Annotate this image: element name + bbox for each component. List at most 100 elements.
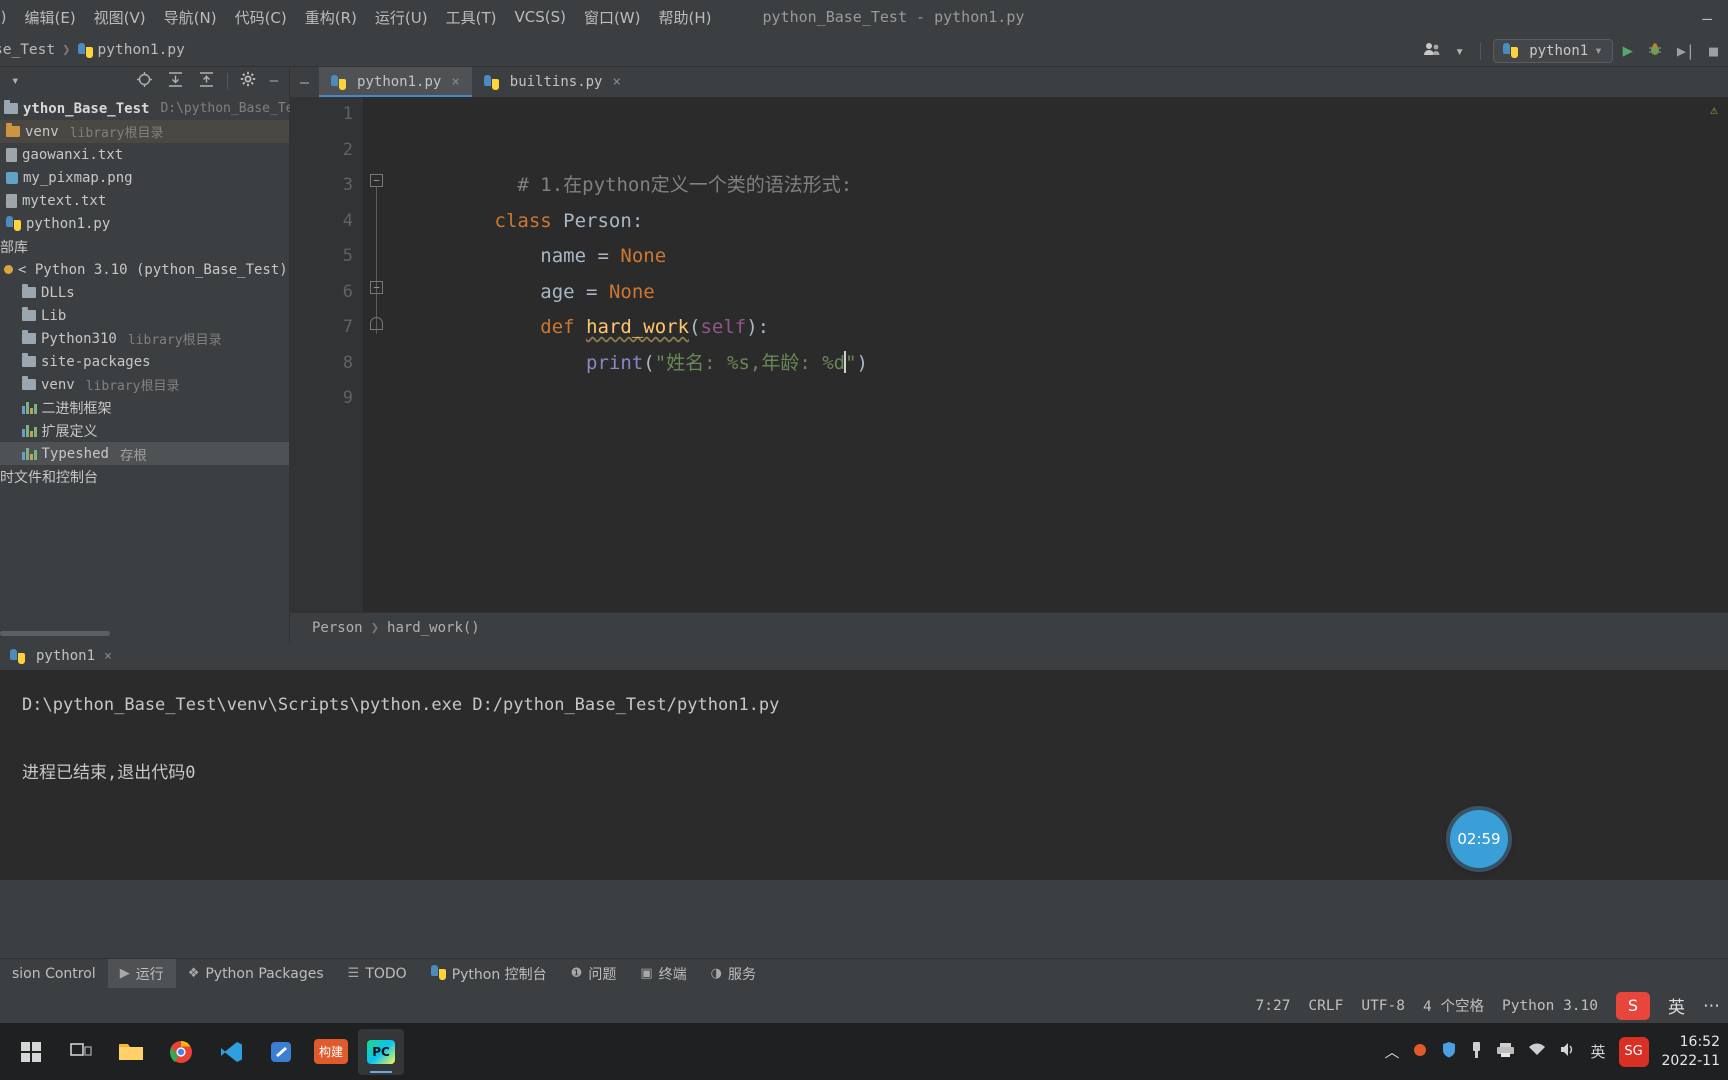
- menu-item-run[interactable]: 运行(U): [366, 7, 437, 28]
- caret-position[interactable]: 7:27: [1256, 998, 1291, 1014]
- vscode-icon[interactable]: [208, 1029, 254, 1075]
- locate-icon[interactable]: [131, 71, 158, 92]
- console-line-command: D:\python_Base_Test\venv\Scripts\python.…: [22, 695, 780, 715]
- warning-icon[interactable]: ⚠: [1710, 103, 1718, 118]
- fold-end-marker[interactable]: [370, 317, 383, 330]
- breadcrumb-method[interactable]: hard_work(): [387, 620, 480, 636]
- run-coverage-button[interactable]: ▶|: [1673, 40, 1699, 62]
- tree-node-site-packages[interactable]: site-packages: [0, 350, 289, 373]
- tray-chevron-up-icon[interactable]: ︿: [1384, 1041, 1399, 1062]
- tray-ime-label[interactable]: 英: [1590, 1041, 1605, 1062]
- tool-window-button-bar: sion Control ▶ 运行 ❖ Python Packages ☰ TO…: [0, 958, 1728, 989]
- menu-item-file[interactable]: F): [0, 8, 15, 26]
- tree-node-python310[interactable]: Python310 library根目录: [0, 327, 289, 350]
- line-separator[interactable]: CRLF: [1308, 998, 1343, 1014]
- code-editor[interactable]: 1 2 3 4 5 6 7 8 9 − − # 1.在python定义一个类的语…: [290, 97, 1728, 612]
- tree-node-root[interactable]: ython_Base_Test D:\python_Base_Test: [0, 97, 309, 120]
- ime-sogou-icon[interactable]: S: [1616, 991, 1650, 1020]
- tree-node-python-sdk[interactable]: < Python 3.10 (python_Base_Test) >: [0, 258, 305, 281]
- tool-button-run[interactable]: ▶ 运行: [107, 958, 176, 989]
- tree-node-venv-lib[interactable]: venv library根目录: [0, 373, 289, 396]
- gear-icon[interactable]: [235, 71, 261, 91]
- tool-button-python-packages[interactable]: ❖ Python Packages: [176, 959, 336, 989]
- stop-button[interactable]: ■: [1705, 40, 1722, 62]
- menu-item-refactor[interactable]: 重构(R): [296, 7, 366, 28]
- user-account-icon[interactable]: [1419, 40, 1445, 62]
- file-explorer-icon[interactable]: [108, 1029, 154, 1075]
- tree-node-python1-py[interactable]: python1.py: [0, 212, 289, 235]
- debug-button[interactable]: [1643, 39, 1667, 63]
- tool-button-services[interactable]: ◑ 服务: [699, 959, 768, 989]
- indent-setting[interactable]: 4 个空格: [1423, 995, 1484, 1016]
- project-horizontal-scrollbar[interactable]: [0, 631, 110, 636]
- tree-node-scratches[interactable]: 时文件和控制台: [0, 465, 289, 488]
- tool-button-problems[interactable]: ❶ 问题: [559, 959, 629, 989]
- expand-all-icon[interactable]: [162, 71, 189, 92]
- chrome-icon[interactable]: [158, 1029, 204, 1075]
- minimize-button[interactable]: —: [1702, 9, 1714, 28]
- tool-button-version-control[interactable]: sion Control: [0, 959, 108, 989]
- close-icon[interactable]: ×: [451, 74, 459, 90]
- tree-node-mytext-txt[interactable]: mytext.txt: [0, 189, 289, 212]
- pycharm-icon[interactable]: PC: [358, 1028, 404, 1075]
- run-button[interactable]: ▶: [1619, 39, 1637, 63]
- fold-marker-class[interactable]: −: [370, 174, 383, 187]
- breadcrumb-class[interactable]: Person: [312, 620, 363, 636]
- ime-language-label[interactable]: 英: [1668, 993, 1685, 1018]
- hide-editor-icon[interactable]: —: [290, 67, 319, 97]
- shield-icon[interactable]: [1441, 1041, 1457, 1062]
- run-configuration-selector[interactable]: python1 ▾: [1493, 38, 1613, 63]
- file-encoding[interactable]: UTF-8: [1361, 998, 1405, 1014]
- tab-builtins-py[interactable]: builtins.py ×: [472, 67, 633, 97]
- run-tab-python1[interactable]: python1 ×: [10, 648, 112, 664]
- tool-button-todo[interactable]: ☰ TODO: [336, 959, 419, 989]
- clock[interactable]: 16:52 2022-11: [1662, 1033, 1721, 1071]
- menu-item-window[interactable]: 窗口(W): [575, 7, 650, 28]
- collapse-all-icon[interactable]: [193, 71, 220, 92]
- tool-button-python-console[interactable]: Python 控制台: [419, 959, 559, 989]
- console-output[interactable]: D:\python_Base_Test\venv\Scripts\python.…: [0, 670, 1728, 808]
- python-interpreter[interactable]: Python 3.10: [1502, 998, 1598, 1014]
- sogou-icon[interactable]: SG: [1618, 1036, 1649, 1067]
- code-text[interactable]: # 1.在python定义一个类的语法形式: class Person: nam…: [393, 97, 1728, 612]
- menu-item-view[interactable]: 视图(V): [85, 7, 155, 28]
- menu-item-edit[interactable]: 编辑(E): [15, 7, 84, 28]
- tool-button-terminal[interactable]: ▣ 终端: [628, 959, 698, 989]
- close-icon[interactable]: ×: [612, 74, 620, 90]
- menu-item-help[interactable]: 帮助(H): [650, 7, 721, 28]
- record-icon[interactable]: [1412, 1042, 1428, 1062]
- menu-item-code[interactable]: 代码(C): [226, 7, 296, 28]
- operator-token: =: [574, 280, 609, 303]
- menu-item-tools[interactable]: 工具(T): [437, 7, 506, 28]
- breadcrumb: se_Test ❯ python1.py: [0, 42, 185, 58]
- project-caret-down-icon[interactable]: ▾: [6, 73, 24, 89]
- tree-node-binary-skeletons[interactable]: 二进制框架: [0, 396, 289, 419]
- task-view-icon[interactable]: [58, 1029, 104, 1075]
- close-icon[interactable]: ×: [104, 649, 112, 664]
- tree-node-gaowanxi-txt[interactable]: gaowanxi.txt: [0, 143, 289, 166]
- tree-node-my-pixmap-png[interactable]: my_pixmap.png: [0, 166, 289, 189]
- tree-node-dlls[interactable]: DLLs: [0, 281, 289, 304]
- menu-item-navigate[interactable]: 导航(N): [155, 7, 226, 28]
- tree-node-typeshed[interactable]: Typeshed 存根: [0, 442, 289, 465]
- tree-node-lib[interactable]: Lib: [0, 304, 289, 327]
- ime-more-icon[interactable]: ⋯: [1703, 996, 1720, 1016]
- tree-node-venv[interactable]: venv library根目录: [0, 120, 289, 143]
- breadcrumb-item-file[interactable]: python1.py: [98, 42, 185, 58]
- network-icon[interactable]: [1528, 1043, 1546, 1061]
- hide-panel-icon[interactable]: —: [265, 73, 283, 89]
- usb-icon[interactable]: [1470, 1041, 1483, 1063]
- breadcrumb-item-project[interactable]: se_Test: [0, 42, 55, 58]
- app-red-icon[interactable]: 构建: [308, 1029, 354, 1075]
- printer-icon[interactable]: [1496, 1042, 1515, 1062]
- tree-node-external-libraries[interactable]: 部库: [0, 235, 289, 258]
- account-caret-down-icon[interactable]: ▾: [1451, 40, 1468, 62]
- menu-item-vcs[interactable]: VCS(S): [505, 8, 574, 26]
- volume-icon[interactable]: [1559, 1042, 1577, 1061]
- tab-python1-py[interactable]: python1.py ×: [319, 67, 472, 97]
- fold-marker-def[interactable]: −: [370, 281, 383, 294]
- windows-start-icon[interactable]: [8, 1029, 54, 1075]
- tree-node-extended-definitions[interactable]: 扩展定义: [0, 419, 289, 442]
- timer-widget[interactable]: 02:59: [1450, 810, 1508, 868]
- editor-icon[interactable]: [258, 1029, 304, 1075]
